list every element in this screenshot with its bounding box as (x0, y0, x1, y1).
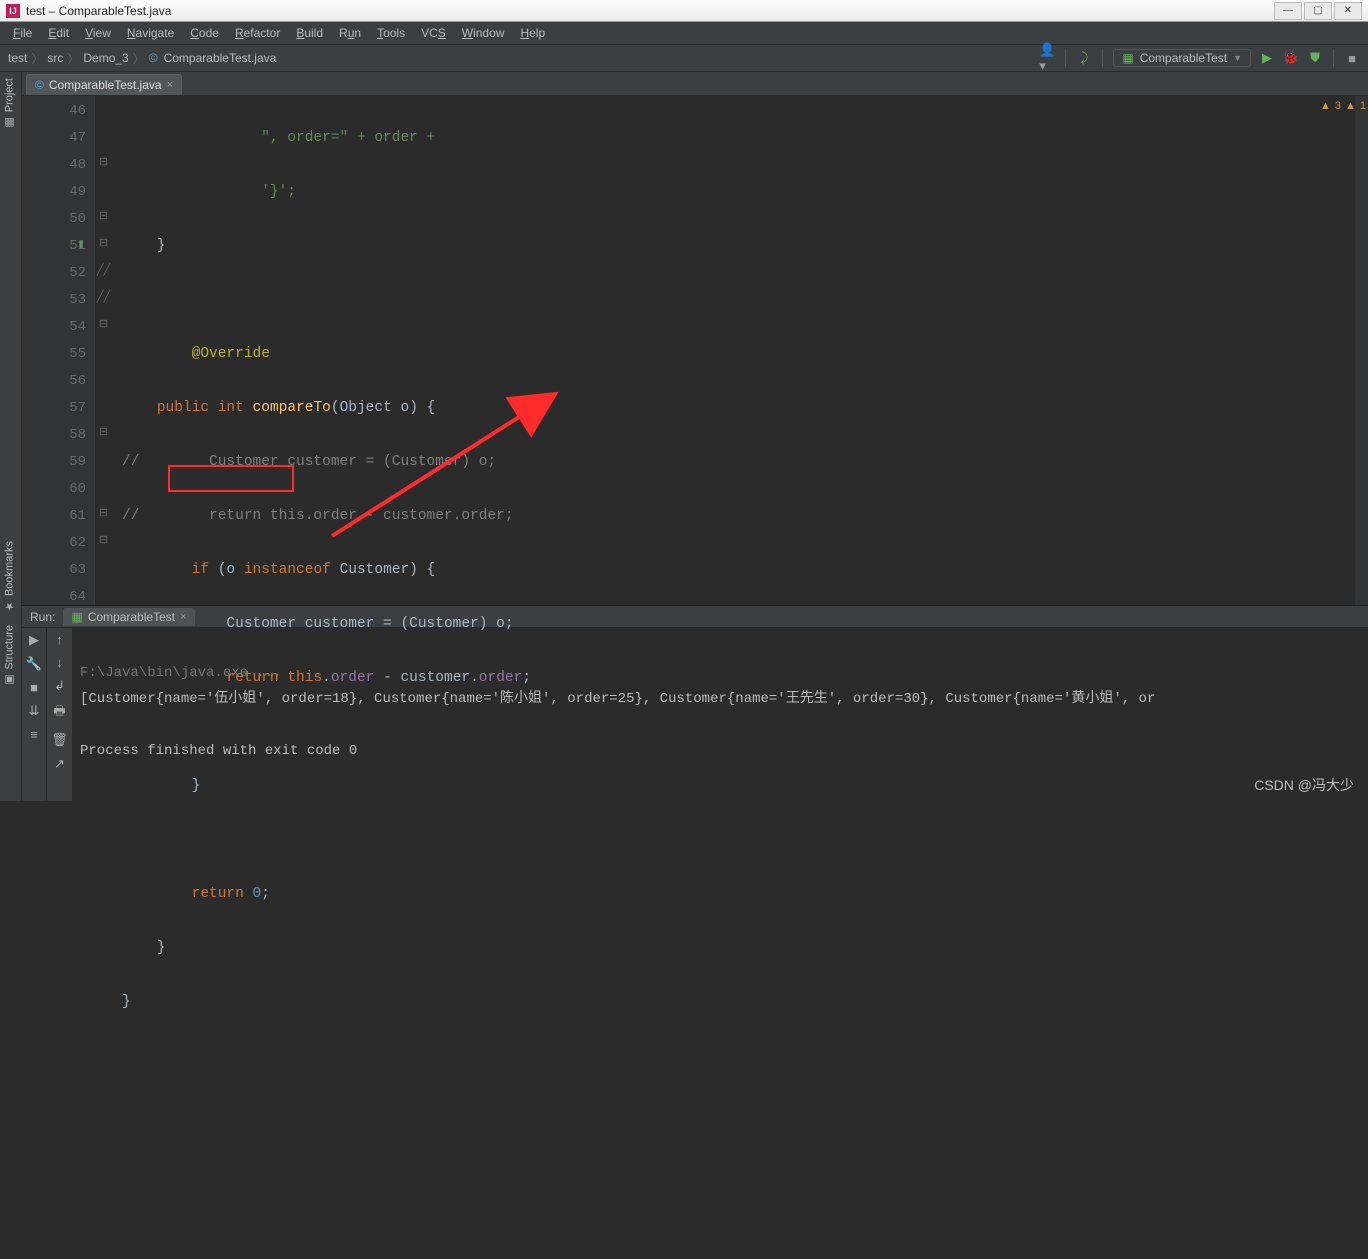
up-button[interactable]: ↑ (56, 632, 63, 647)
tool-bookmarks[interactable]: ★Bookmarks (0, 535, 19, 619)
settings-button[interactable]: 🔧 (26, 656, 42, 672)
debug-button[interactable]: 🐞 (1283, 50, 1299, 66)
run-config-label: ComparableTest (1140, 51, 1227, 65)
breadcrumb-item[interactable]: test (8, 51, 27, 65)
menu-edit[interactable]: Edit (41, 24, 76, 42)
code-editor[interactable]: 4647484950 51⬆ 5253545556575859606162636… (22, 96, 1368, 605)
menu-navigate[interactable]: Navigate (120, 24, 181, 42)
warning-icon (1320, 100, 1331, 112)
stop-button[interactable]: ■ (30, 680, 38, 695)
editor-tab[interactable]: © ComparableTest.java × (26, 74, 182, 95)
breadcrumb-item[interactable]: ComparableTest.java (164, 51, 277, 65)
line-gutter: 4647484950 51⬆ 5253545556575859606162636… (22, 96, 94, 605)
fold-column[interactable]: ⊟⊟⊟╱╱╱╱⊟⊟⊟⊟ (94, 96, 112, 605)
menu-refactor[interactable]: Refactor (228, 24, 287, 42)
tab-label: ComparableTest.java (49, 78, 162, 92)
close-button[interactable]: ✕ (1334, 2, 1362, 20)
breadcrumb[interactable]: test〉 src〉 Demo_3〉 © ComparableTest.java (8, 50, 276, 67)
rerun-button[interactable]: ▶ (29, 632, 39, 648)
window-title: test – ComparableTest.java (26, 4, 171, 18)
menu-view[interactable]: View (78, 24, 118, 42)
coverage-button[interactable]: ⛊ (1307, 50, 1323, 66)
window-titlebar: IJ test – ComparableTest.java — ▢ ✕ (0, 0, 1368, 22)
run-config-selector[interactable]: ▦ ComparableTest ▼ (1113, 49, 1251, 67)
export-button[interactable]: ↗ (54, 756, 65, 772)
run-button[interactable]: ▶ (1259, 50, 1275, 66)
user-icon[interactable]: 👤▾ (1039, 50, 1055, 66)
stop-button[interactable]: ■ (1344, 50, 1360, 66)
menu-help[interactable]: Help (513, 24, 552, 42)
menu-tools[interactable]: Tools (370, 24, 412, 42)
menu-window[interactable]: Window (455, 24, 512, 42)
maximize-button[interactable]: ▢ (1304, 2, 1332, 20)
left-tool-strip: ▦Project ★Bookmarks ▣Structure (0, 72, 22, 801)
build-icon[interactable]: ⤸ (1076, 50, 1092, 66)
run-left-toolbar: ▶ 🔧 ■ ⇊ ≡ (22, 628, 46, 801)
chevron-down-icon: ▼ (1233, 53, 1242, 63)
run-config-icon: ▦ (1122, 51, 1133, 65)
tool-project[interactable]: ▦Project (0, 72, 19, 135)
print-button[interactable]: 🖶 (53, 702, 65, 724)
trash-button[interactable]: 🗑 (51, 732, 68, 748)
wrap-button[interactable]: ↲ (54, 678, 65, 694)
menu-vcs[interactable]: VCS (414, 24, 453, 42)
override-marker-icon: ⬆ (76, 233, 85, 260)
navigation-bar: test〉 src〉 Demo_3〉 © ComparableTest.java… (0, 44, 1368, 72)
tool-structure[interactable]: ▣Structure (0, 619, 19, 693)
minimize-button[interactable]: — (1274, 2, 1302, 20)
run-config-icon: ▦ (71, 610, 82, 624)
editor-tabs: © ComparableTest.java × (22, 72, 1368, 96)
down-button[interactable]: ↓ (56, 655, 63, 670)
lint-strip[interactable]: 3 1 (1354, 96, 1368, 605)
menu-run[interactable]: Run (332, 24, 368, 42)
watermark: CSDN @冯大少 (1254, 775, 1354, 795)
menu-file[interactable]: File (6, 24, 39, 42)
breadcrumb-item[interactable]: src (47, 51, 63, 65)
menu-build[interactable]: Build (289, 24, 330, 42)
run-title: Run: (30, 610, 55, 624)
java-file-icon: © (149, 51, 158, 65)
pin-button[interactable]: ≡ (30, 727, 38, 742)
menu-code[interactable]: Code (183, 24, 226, 42)
close-tab-icon[interactable]: × (167, 79, 173, 91)
code-area[interactable]: ", order=" + order + '}'; } @Override pu… (112, 96, 1354, 605)
layout-button[interactable]: ⇊ (29, 703, 40, 719)
run-left-toolbar-2: ↑ ↓ ↲ 🖶 🗑 ↗ (46, 628, 72, 801)
java-file-icon: © (35, 78, 44, 92)
breadcrumb-item[interactable]: Demo_3 (83, 51, 128, 65)
main-menu: File Edit View Navigate Code Refactor Bu… (0, 22, 1368, 44)
warning-icon (1345, 100, 1356, 112)
app-icon: IJ (6, 4, 20, 18)
